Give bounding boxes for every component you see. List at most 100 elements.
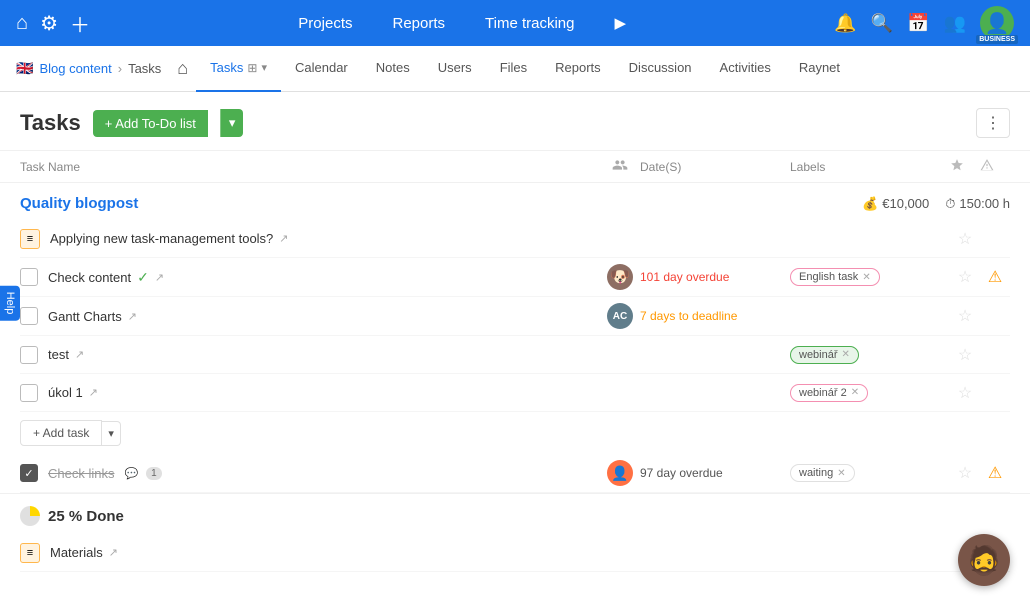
reports-tab-label: Reports	[555, 60, 601, 75]
task-star[interactable]: ☆	[950, 267, 980, 287]
add-todo-button[interactable]: + Add To-Do list	[93, 110, 208, 137]
tasks-header: Tasks + Add To-Do list ▾ ⋮	[0, 92, 1030, 151]
tab-reports[interactable]: Reports	[541, 46, 615, 92]
task-checkbox[interactable]	[20, 268, 38, 286]
external-link-icon[interactable]: ↗	[155, 271, 164, 284]
tab-notes[interactable]: Notes	[362, 46, 424, 92]
help-tab[interactable]: Help	[0, 286, 20, 321]
home-icon[interactable]: ⌂	[16, 12, 28, 35]
section-quality-blogpost: Quality blogpost 💰 €10,000 ⏱ 150:00 h ≡ …	[0, 183, 1030, 493]
breadcrumb-parent[interactable]: Blog content	[39, 61, 111, 76]
calendar-icon[interactable]: 📅	[907, 13, 929, 34]
business-badge: BUSINESS	[976, 35, 1018, 44]
task-dates: 101 day overdue	[640, 270, 790, 284]
external-link-icon[interactable]: ↗	[128, 310, 137, 323]
table-row: ≡ Applying new task-management tools? ↗ …	[20, 220, 1010, 258]
page-title: Tasks	[20, 110, 81, 136]
add-task-button[interactable]: + Add task	[20, 420, 102, 446]
chat-avatar-image: 🧔	[967, 544, 1002, 577]
external-link-icon[interactable]: ↗	[89, 386, 98, 399]
main-content: Tasks + Add To-Do list ▾ ⋮ Task Name Dat…	[0, 92, 1030, 606]
task-name[interactable]: Materials	[50, 545, 103, 560]
task-star[interactable]: ☆	[950, 383, 980, 403]
task-name[interactable]: Check links	[48, 466, 114, 481]
chat-avatar[interactable]: 🧔	[958, 534, 1010, 586]
remove-label-icon[interactable]: ✕	[842, 349, 850, 360]
task-alert: ⚠	[980, 463, 1010, 483]
tab-discussion[interactable]: Discussion	[615, 46, 706, 92]
tab-raynet[interactable]: Raynet	[785, 46, 854, 92]
task-name[interactable]: test	[48, 347, 69, 362]
section-header: Quality blogpost 💰 €10,000 ⏱ 150:00 h	[20, 183, 1010, 220]
task-checkbox[interactable]	[20, 384, 38, 402]
tab-calendar[interactable]: Calendar	[281, 46, 362, 92]
task-star[interactable]: ☆	[950, 345, 980, 365]
col-task-name: Task Name	[20, 160, 600, 174]
users-tab-label: Users	[438, 60, 472, 75]
avatar: 👤	[607, 460, 633, 486]
play-btn[interactable]: ▶	[614, 14, 626, 32]
sub-nav: 🇬🇧 Blog content › Tasks ⌂ Tasks ⊞ ▾ Cale…	[0, 46, 1030, 92]
avatar: AC	[607, 303, 633, 329]
task-assignee: 👤	[600, 460, 640, 486]
tab-users[interactable]: Users	[424, 46, 486, 92]
clock-icon: ⏱	[945, 196, 955, 212]
task-checkbox-checked[interactable]	[20, 464, 38, 482]
tab-files[interactable]: Files	[486, 46, 541, 92]
hours-value: 150:00 h	[959, 196, 1010, 211]
remove-label-icon[interactable]: ✕	[837, 468, 845, 479]
task-alert: ⚠	[980, 267, 1010, 287]
tasks-tab-chevron[interactable]: ▾	[261, 61, 267, 74]
timetracking-link[interactable]: Time tracking	[485, 15, 574, 32]
section-title[interactable]: Quality blogpost	[20, 195, 138, 212]
search-icon[interactable]: 🔍	[871, 13, 893, 34]
home-tab-icon[interactable]: ⌂	[177, 58, 188, 79]
add-todo-dropdown-button[interactable]: ▾	[220, 109, 244, 137]
date-text: 97 day overdue	[640, 466, 723, 480]
task-dates: 7 days to deadline	[640, 309, 790, 323]
task-star[interactable]: ☆	[950, 306, 980, 326]
section2-title[interactable]: 25 % Done	[48, 508, 124, 525]
task-checkbox[interactable]	[20, 307, 38, 325]
tab-activities[interactable]: Activities	[706, 46, 785, 92]
task-star[interactable]: ☆	[950, 463, 980, 483]
users-icon[interactable]: 👥	[944, 13, 966, 34]
bell-icon[interactable]: 🔔	[834, 13, 856, 34]
task-labels: English task ✕	[790, 268, 950, 286]
remove-label-icon[interactable]: ✕	[862, 272, 870, 283]
external-link-icon[interactable]: ↗	[279, 232, 288, 245]
discussion-tab-label: Discussion	[629, 60, 692, 75]
user-avatar[interactable]: 👤 BUSINESS	[980, 6, 1014, 40]
col-assignee-icon	[600, 157, 640, 176]
more-options-button[interactable]: ⋮	[976, 108, 1010, 138]
reports-link[interactable]: Reports	[392, 15, 445, 32]
col-star-icon	[950, 158, 980, 175]
raynet-tab-label: Raynet	[799, 60, 840, 75]
progress-circle	[20, 506, 40, 526]
table-row: Check links 💬 1 👤 97 day overdue waiting…	[20, 454, 1010, 493]
task-name[interactable]: Applying new task-management tools?	[50, 231, 273, 246]
task-name[interactable]: Check content	[48, 270, 131, 285]
avatar: 🐶	[607, 264, 633, 290]
task-checkbox[interactable]	[20, 346, 38, 364]
table-row: ≡ Materials ↗	[20, 534, 1010, 572]
projects-link[interactable]: Projects	[298, 15, 352, 32]
remove-label-icon[interactable]: ✕	[851, 387, 859, 398]
section-materials: ≡ Materials ↗	[0, 534, 1030, 572]
task-star[interactable]: ☆	[950, 229, 980, 249]
tab-tasks[interactable]: Tasks ⊞ ▾	[196, 46, 281, 92]
external-link-icon[interactable]: ↗	[109, 546, 118, 559]
column-headers: Task Name Date(S) Labels	[0, 151, 1030, 183]
add-icon[interactable]: ＋	[70, 9, 90, 38]
external-link-icon[interactable]: ↗	[75, 348, 84, 361]
add-task-dropdown[interactable]: ▾	[102, 421, 121, 446]
table-row: Gantt Charts ↗ AC 7 days to deadline ☆	[20, 297, 1010, 336]
hours-meta: ⏱ 150:00 h	[945, 196, 1010, 212]
label-tag: webinář 2 ✕	[790, 384, 868, 402]
task-name[interactable]: úkol 1	[48, 385, 83, 400]
add-task-row: + Add task ▾	[20, 412, 1010, 454]
task-name[interactable]: Gantt Charts	[48, 309, 122, 324]
col-dates: Date(S)	[640, 160, 790, 174]
gear-icon[interactable]: ⚙	[40, 11, 58, 36]
breadcrumb: 🇬🇧 Blog content › Tasks	[16, 60, 161, 77]
